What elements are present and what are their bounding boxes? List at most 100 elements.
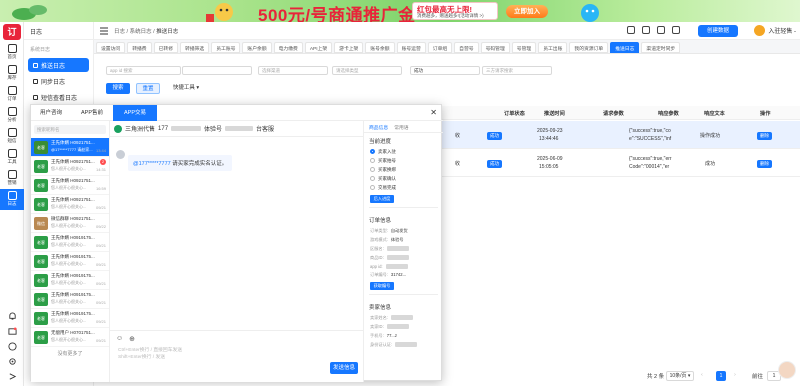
nav-orders[interactable]: 订单	[0, 84, 24, 105]
tab-item[interactable]: API上架	[304, 42, 333, 53]
search-button[interactable]: 搜索	[106, 83, 130, 94]
bell-icon[interactable]	[0, 312, 24, 323]
sidebar-item-sync-log[interactable]: 同步日志	[28, 74, 89, 88]
reset-button[interactable]: 重置	[136, 83, 160, 94]
screen-icon[interactable]	[657, 26, 665, 34]
timestamp: 09/21	[95, 319, 106, 324]
tab-item[interactable]: 号管理	[511, 42, 537, 53]
conversation-item[interactable]: 老客 王先体婿 H0921751... 您人很开心很关心... 09/21	[31, 195, 109, 214]
nav-home[interactable]: 首页	[0, 42, 24, 63]
conversation-item[interactable]: 老客 王先体婿 H0919175... 您人很开心很关心... 09/21	[31, 309, 109, 328]
conversation-item[interactable]: 微信 微信群聊 H0921751... 您人很开心很关心... 09/22	[31, 214, 109, 233]
conversation-item[interactable]: 老客 王先体婿 H0921751... 您人很开心很关心... 16:59	[31, 176, 109, 195]
tab-item[interactable]: 推送日志	[610, 42, 640, 53]
user-menu[interactable]: 入驻轻售 -	[754, 25, 796, 36]
nav-sms[interactable]: 短信	[0, 126, 24, 147]
timestamp: 09/21	[95, 281, 106, 286]
star-icon[interactable]	[672, 26, 680, 34]
settings-icon[interactable]	[0, 357, 24, 368]
type-select[interactable]: 请选择类型	[332, 66, 402, 75]
wallet-icon[interactable]	[627, 26, 635, 34]
progress-radio[interactable]: 买家拍号	[364, 156, 443, 165]
tab-item[interactable]: 我的资源订单	[569, 42, 609, 53]
assistant-avatar[interactable]	[778, 361, 796, 379]
attach-icon[interactable]: ⊕	[129, 335, 135, 343]
conversation-item[interactable]: 老客 王先体婿 H0919175... 您人很开心很关心... 09/21	[31, 233, 109, 252]
banner-join-button[interactable]: 立即加入	[506, 5, 548, 18]
menu-fold-icon[interactable]	[100, 27, 108, 35]
tab-item[interactable]: 订单组	[427, 42, 453, 53]
nav-marketing[interactable]: 营销	[0, 168, 24, 189]
delete-button[interactable]: 删除	[757, 132, 772, 140]
status-select[interactable]: 成功	[410, 66, 480, 75]
message-bubble: @177*****7777 请买家完成实名认证。	[128, 155, 233, 171]
emoji-icon[interactable]: ☺	[116, 335, 123, 343]
conversation-item[interactable]: 老客 王先体婿 H0921751... @17*****7777 请赵家... 13:…	[31, 138, 109, 157]
tab-product-info[interactable]: 商品信息	[369, 124, 388, 131]
tab-item[interactable]: 账号运营	[396, 42, 426, 53]
tab-item[interactable]: 转播筛选	[180, 42, 210, 53]
conversation-search-input[interactable]: 搜索昵称名	[34, 125, 106, 134]
tab-item[interactable]: 电力缴费	[273, 42, 303, 53]
tab-app-presale[interactable]: APP售前	[71, 105, 113, 121]
tab-item[interactable]: 转播费	[127, 42, 152, 53]
nav-analysis[interactable]: 分析	[0, 105, 24, 126]
tab-user-consult[interactable]: 用户咨询	[31, 105, 71, 121]
third-party-search-input[interactable]: 三方请求搜索	[482, 66, 552, 75]
tab-item[interactable]: 设置访问	[96, 42, 126, 53]
tab-item[interactable]: 员工出账	[538, 42, 568, 53]
nav-tools[interactable]: 工具	[0, 147, 24, 168]
tab-item[interactable]: 员工账号	[211, 42, 241, 53]
page-1-button[interactable]: 1	[716, 371, 726, 381]
chart-icon	[7, 107, 17, 116]
redacted	[390, 314, 413, 320]
message-preview: 您人很开心很关心...	[51, 242, 87, 247]
toolbox-icon	[7, 149, 17, 158]
avatar: 老客	[34, 331, 48, 344]
tab-item[interactable]: 自营号	[454, 42, 479, 53]
page-size-select[interactable]: 10条/页 ▾	[666, 371, 694, 381]
delete-button[interactable]: 删除	[757, 160, 772, 168]
notification-icon[interactable]	[0, 327, 24, 338]
close-icon[interactable]: ✕	[430, 108, 437, 117]
appid-search-input[interactable]: app id 搜索	[106, 66, 181, 75]
get-number-button[interactable]: 获取编号	[370, 282, 394, 290]
tab-item[interactable]: 已转修	[153, 42, 179, 53]
conversation-item[interactable]: 老客 王先体婿 H0921751... 您人很开心很关心... 14:31 2	[31, 157, 109, 176]
channel-select[interactable]: 选择渠道	[258, 66, 328, 75]
progress-button[interactable]: 后入进度	[370, 195, 394, 203]
avatar	[754, 25, 766, 36]
progress-radio[interactable]: 买家换绑	[364, 165, 443, 174]
prev-page-button[interactable]: ‹	[701, 372, 703, 378]
promo-banner[interactable]: 500元/号商通推广金 红包最高无上限! 消费越多，赠送越多!(活动详情 >) …	[0, 0, 800, 22]
nav-inventory[interactable]: 库存	[0, 63, 24, 84]
message-preview: 您人很开心很关心...	[51, 185, 87, 190]
quick-tools-dropdown[interactable]: 快捷工具 ▾	[168, 83, 204, 94]
sidebar-item-sms-log[interactable]: 短信查看日志	[28, 90, 89, 104]
tab-quick-phrases[interactable]: 常用语	[394, 124, 408, 131]
tab-item[interactable]: 账号余额	[365, 42, 395, 53]
nav-logs[interactable]: 日志	[0, 189, 24, 210]
progress-radio[interactable]: 交易完成	[364, 183, 443, 192]
help-icon[interactable]	[0, 342, 24, 353]
next-page-button[interactable]: ›	[734, 372, 736, 378]
info-field: 手机号: 77...z	[370, 332, 397, 338]
send-button[interactable]: 发送信息	[330, 362, 358, 374]
progress-radio[interactable]: 买家确认	[364, 174, 443, 183]
gift-icon[interactable]	[642, 26, 650, 34]
create-data-button[interactable]: 创建数据	[698, 25, 738, 37]
collapse-icon[interactable]	[0, 372, 24, 383]
message-input[interactable]: Ctrl+Enter换行 / 直接回车发送 Shift+Enter换行 / 发送	[118, 347, 182, 361]
conversation-item[interactable]: 老客 王先体婿 H0919175... 您人很开心很关心... 09/21	[31, 271, 109, 290]
tab-item[interactable]: 号码管理	[480, 42, 510, 53]
progress-radio[interactable]: 卖家入驻	[364, 147, 443, 156]
conversation-item[interactable]: 老客 无偿用户 H0701751... 您人很开心很关心... 09/21	[31, 328, 109, 347]
tab-app-trade[interactable]: APP交易	[113, 105, 157, 121]
conversation-item[interactable]: 老客 王先体婿 H0919175... 您人很开心很关心... 09/21	[31, 290, 109, 309]
sidebar-item-push-log[interactable]: 推送日志	[28, 58, 89, 72]
filter-input-2[interactable]	[182, 66, 252, 75]
tab-item[interactable]: 渠道定时同步	[641, 42, 681, 53]
tab-item[interactable]: 账户余额	[242, 42, 272, 53]
conversation-item[interactable]: 老客 王先体婿 H0919175... 您人很开心很关心... 09/21	[31, 252, 109, 271]
tab-item[interactable]: 游卡上架	[334, 42, 364, 53]
